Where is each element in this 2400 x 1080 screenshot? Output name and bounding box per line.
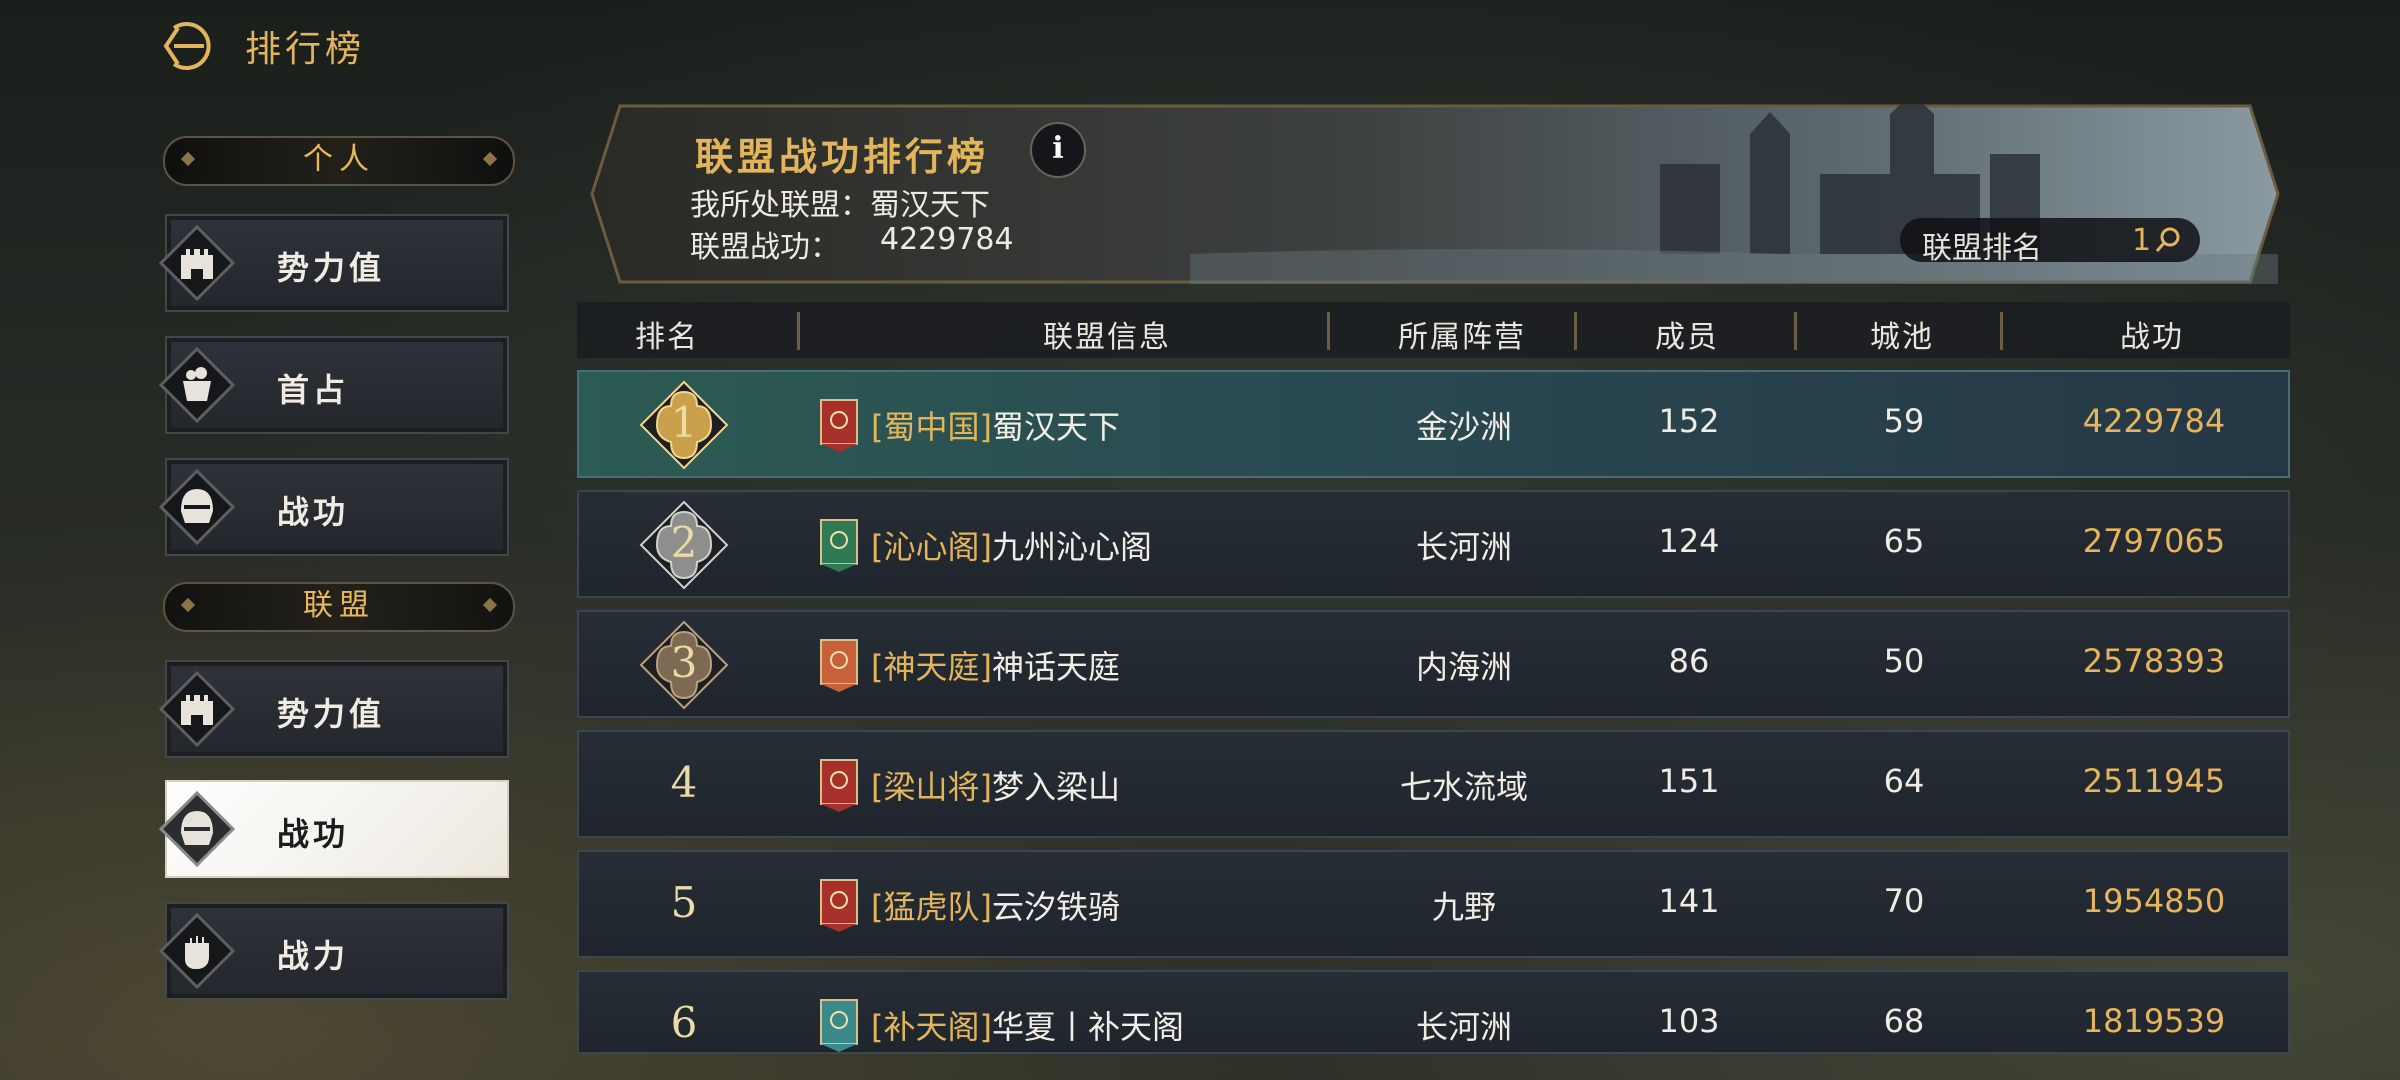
table-row[interactable]: 6 [补天阁]华夏丨补天阁 长河洲 103 68 1819539 [577,970,2290,1054]
info-button[interactable]: i [1030,122,1086,178]
rank-number: 3 [670,638,698,687]
alliance-flag-icon [820,639,858,692]
table-row[interactable]: 3 [神天庭]神话天庭 内海洲 86 50 2578393 [577,610,2290,718]
alliance-rank-search[interactable]: 联盟排名 1 [1900,218,2200,266]
camp-cell: 长河洲 [1415,528,1512,566]
table-header: 排名 联盟信息 所属阵营 成员 城池 战功 [577,302,2290,358]
alliance-flag-icon [820,879,858,932]
sidebar-item-personal-power[interactable]: 势力值 [159,214,509,312]
alliance-name[interactable]: [沁心阁]九州沁心阁 [871,522,1152,568]
back-arrow-icon[interactable] [160,18,216,74]
table-row[interactable]: 2 [沁心阁]九州沁心阁 长河洲 124 65 2797065 [577,490,2290,598]
rank-number: 4 [670,758,698,807]
cities-cell: 64 [1883,762,1925,800]
top-bar: 排行榜 [0,0,2400,90]
fist-icon [159,913,235,989]
sidebar-item-first-capture[interactable]: 首占 [159,336,509,434]
cities-cell: 50 [1883,642,1925,680]
alliance-flag-icon [820,399,858,452]
members-cell: 86 [1668,642,1710,680]
header-alliance-info: 联盟信息 [1043,320,1171,355]
cities-cell: 59 [1883,402,1925,440]
rank-number: 2 [670,518,698,567]
header-members: 成员 [1655,320,1719,355]
alliance-merit-row: 联盟战功： 4229784 [690,222,1014,265]
merit-cell: 2578393 [2082,642,2226,680]
cities-cell: 68 [1883,1002,1925,1040]
camp-cell: 九野 [1431,888,1496,926]
sidebar-item-alliance-strength[interactable]: 战力 [159,902,509,1000]
cities-cell: 70 [1883,882,1925,920]
members-cell: 141 [1658,882,1720,920]
header-merit: 战功 [2120,320,2184,355]
members-cell: 151 [1658,762,1720,800]
camp-cell: 金沙洲 [1415,408,1512,446]
alliance-name[interactable]: [猛虎队]云汐铁骑 [871,882,1120,928]
members-cell: 152 [1658,402,1720,440]
section-header-personal: 个人 [163,136,515,186]
alliance-flag-icon [820,519,858,572]
rank-number: 5 [670,878,698,927]
helmet-icon [159,469,235,545]
helmet-icon [159,791,235,867]
table-row[interactable]: 5 [猛虎队]云汐铁骑 九野 141 70 1954850 [577,850,2290,958]
alliance-flag-icon [820,999,858,1052]
sidebar-item-alliance-merit[interactable]: 战功 [159,780,509,878]
members-cell: 103 [1658,1002,1720,1040]
alliance-name[interactable]: [补天阁]华夏丨补天阁 [871,1002,1184,1048]
merit-cell: 1819539 [2082,1002,2226,1040]
merit-cell: 2511945 [2082,762,2226,800]
castle-icon [159,225,235,301]
my-alliance-row: 我所处联盟：蜀汉天下 [690,188,990,223]
members-cell: 124 [1658,522,1720,560]
rank-number: 6 [670,998,698,1047]
cities-cell: 65 [1883,522,1925,560]
table-row[interactable]: 1 [蜀中国]蜀汉天下 金沙洲 152 59 4229784 [577,370,2290,478]
merit-cell: 4229784 [2082,402,2226,440]
header-cities: 城池 [1870,320,1934,355]
merit-cell: 2797065 [2082,522,2226,560]
alliance-banner: 联盟战功排行榜 i 我所处联盟：蜀汉天下 联盟战功： 4229784 联盟排名 … [590,104,2280,284]
header-rank: 排名 [635,320,699,355]
sidebar-item-personal-merit[interactable]: 战功 [159,458,509,556]
alliance-name[interactable]: [梁山将]梦入梁山 [871,762,1120,808]
table-row[interactable]: 4 [梁山将]梦入梁山 七水流域 151 64 2511945 [577,730,2290,838]
section-header-alliance: 联盟 [163,582,515,632]
alliance-flag-icon [820,759,858,812]
camp-cell: 内海洲 [1415,648,1512,686]
alliance-name[interactable]: [蜀中国]蜀汉天下 [871,402,1120,448]
alliance-name[interactable]: [神天庭]神话天庭 [871,642,1120,688]
search-icon[interactable] [2152,224,2184,256]
header-camp: 所属阵营 [1398,320,1526,355]
camp-cell: 长河洲 [1415,1008,1512,1046]
rank-number: 1 [670,398,698,447]
camp-cell: 七水流域 [1399,768,1528,806]
treasure-icon [159,347,235,423]
castle-icon [159,671,235,747]
sidebar-item-alliance-power[interactable]: 势力值 [159,660,509,758]
page-title: 排行榜 [245,29,366,70]
banner-title: 联盟战功排行榜 [695,135,990,179]
merit-cell: 1954850 [2082,882,2226,920]
